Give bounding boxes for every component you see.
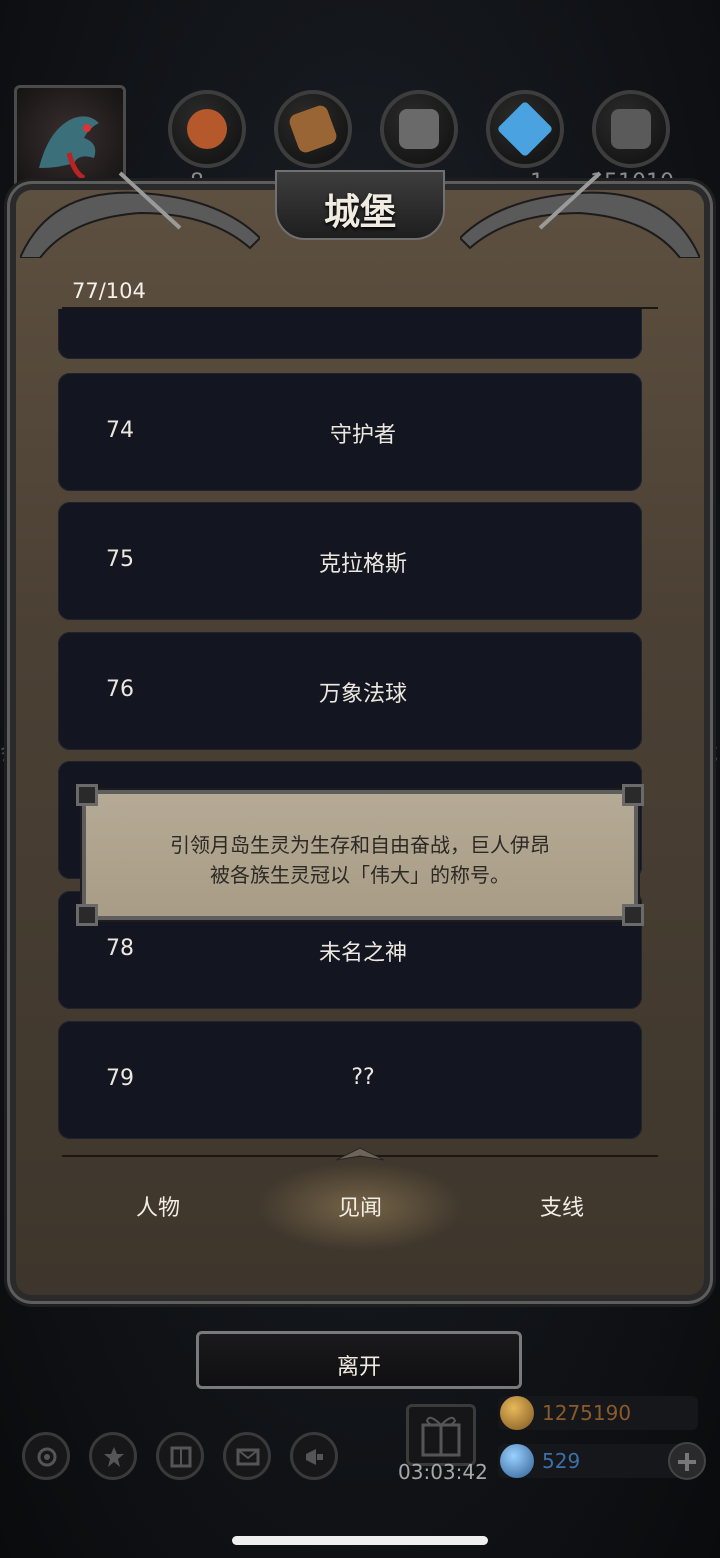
star-icon xyxy=(104,1447,124,1467)
settings-button[interactable] xyxy=(22,1432,70,1480)
list-item[interactable]: 76 万象法球 xyxy=(58,632,642,750)
wood-icon xyxy=(287,103,339,155)
food-icon xyxy=(187,109,227,149)
tab-side-quests[interactable]: 支线 xyxy=(482,1190,642,1222)
row-number: 75 xyxy=(106,547,134,572)
gold-bar: 1275190 xyxy=(498,1396,698,1430)
row-title: 未名之神 xyxy=(318,941,407,966)
achievement-button[interactable] xyxy=(89,1432,137,1480)
leave-button-label: 离开 xyxy=(336,1355,381,1380)
announcement-button[interactable] xyxy=(290,1432,338,1480)
leave-button[interactable]: 离开 xyxy=(196,1331,522,1389)
list-item[interactable]: 79 ?? xyxy=(58,1021,642,1139)
dialog-title: 城堡 xyxy=(323,191,396,233)
tooltip-corner xyxy=(76,904,98,926)
crystal-icon xyxy=(496,100,554,158)
row-title: 守护者 xyxy=(329,423,396,448)
progress-counter: 77/104 xyxy=(72,279,146,303)
codex-button[interactable] xyxy=(156,1432,204,1480)
wood-slot[interactable] xyxy=(274,90,352,168)
list-item[interactable]: 75 克拉格斯 xyxy=(58,502,642,620)
book-icon xyxy=(170,1446,192,1468)
gift-icon xyxy=(421,1416,461,1457)
steel-slot[interactable] xyxy=(592,90,670,168)
row-title: ?? xyxy=(351,1065,375,1090)
gold-amount: 1275190 xyxy=(542,1401,632,1425)
dragon-wing-right-ornament xyxy=(460,171,700,258)
list-item[interactable] xyxy=(58,309,642,359)
tooltip-line-1: 引领月岛生灵为生存和自由奋战，巨人伊昂 xyxy=(170,833,550,857)
row-number: 79 xyxy=(106,1066,134,1091)
crystal-slot[interactable] xyxy=(486,90,564,168)
tooltip-corner xyxy=(76,784,98,806)
gear-icon xyxy=(37,1447,57,1467)
tab-experiences[interactable]: 见闻 xyxy=(280,1190,440,1222)
tab-characters[interactable]: 人物 xyxy=(78,1190,238,1222)
mail-icon xyxy=(236,1448,260,1466)
gift-box-button[interactable] xyxy=(406,1404,476,1466)
dragon-wing-left-ornament xyxy=(20,171,260,258)
gem-amount: 529 xyxy=(542,1449,581,1473)
row-number: 74 xyxy=(106,418,134,443)
tooltip-corner xyxy=(622,904,644,926)
add-gems-button[interactable] xyxy=(668,1442,706,1480)
megaphone-icon xyxy=(306,1449,323,1465)
steel-icon xyxy=(611,109,651,149)
tooltip-text: 引领月岛生灵为生存和自由奋战，巨人伊昂 被各族生灵冠以「伟大」的称号。 xyxy=(86,830,634,890)
mail-button[interactable] xyxy=(223,1432,271,1480)
list-item[interactable]: 74 守护者 xyxy=(58,373,642,491)
entries-list[interactable]: 74 守护者 75 克拉格斯 76 万象法球 77 78 未名之神 79 ?? xyxy=(56,309,656,1154)
gem-icon xyxy=(500,1444,534,1478)
home-indicator[interactable] xyxy=(232,1536,488,1545)
iron-icon xyxy=(399,109,439,149)
row-title: 万象法球 xyxy=(318,682,407,707)
food-slot[interactable] xyxy=(168,90,246,168)
iron-slot[interactable] xyxy=(380,90,458,168)
gift-timer: 03:03:42 xyxy=(398,1460,488,1484)
row-number: 78 xyxy=(106,936,134,961)
lore-tooltip: 引领月岛生灵为生存和自由奋战，巨人伊昂 被各族生灵冠以「伟大」的称号。 xyxy=(76,784,644,926)
row-title: 克拉格斯 xyxy=(318,552,407,577)
gold-icon xyxy=(500,1396,534,1430)
tooltip-corner xyxy=(622,784,644,806)
row-number: 76 xyxy=(106,677,134,702)
tooltip-line-2: 被各族生灵冠以「伟大」的称号。 xyxy=(210,863,510,887)
